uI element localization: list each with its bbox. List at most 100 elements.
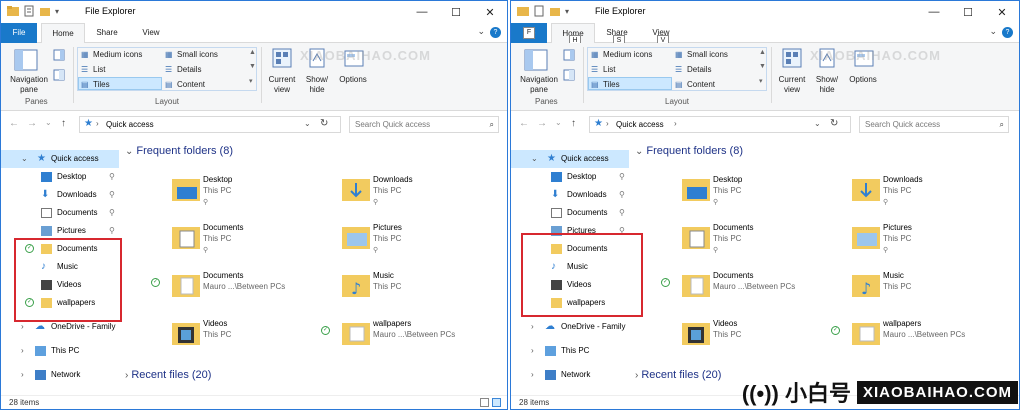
customize-toolbar-chevron-icon[interactable]: ▾: [565, 7, 569, 16]
current-view-icon[interactable]: [271, 47, 293, 69]
show-hide-icon[interactable]: [817, 47, 837, 69]
navigation-pane-icon[interactable]: [523, 47, 549, 73]
tab-share[interactable]: Share: [89, 23, 125, 43]
refresh-icon[interactable]: ↻: [320, 118, 328, 129]
details-pane-icon[interactable]: [563, 69, 575, 81]
ribbon-collapse-chevron-icon[interactable]: ⌄: [989, 26, 997, 37]
tile-music[interactable]: ♪ Music This PC: [291, 269, 456, 315]
nav-item-desktop[interactable]: Desktop ⚲: [511, 168, 629, 186]
tab-home[interactable]: Home: [41, 23, 85, 43]
tile-documents-between-pcs[interactable]: ✓ Documents Mauro ...\Between PCs: [121, 269, 286, 315]
nav-item-this-pc[interactable]: › This PC: [511, 342, 629, 360]
tile-documents[interactable]: Documents This PC ⚲: [631, 221, 796, 267]
search-input[interactable]: Search Quick access ⌕: [859, 116, 1009, 133]
forward-arrow-icon[interactable]: →: [537, 118, 547, 129]
tile-pictures[interactable]: Pictures This PC ⚲: [801, 221, 966, 267]
layout-small-icons[interactable]: Small icons: [177, 50, 218, 59]
layout-tiles-selected[interactable]: [78, 77, 162, 90]
customize-toolbar-chevron-icon[interactable]: ▾: [55, 7, 59, 16]
tab-file[interactable]: File: [1, 23, 37, 43]
nav-item-documents[interactable]: Documents ⚲: [511, 204, 629, 222]
layout-tiles[interactable]: Tiles: [603, 80, 620, 89]
refresh-icon[interactable]: ↻: [830, 118, 838, 129]
nav-item-documents[interactable]: Documents ⚲: [1, 204, 119, 222]
layout-tiles[interactable]: Tiles: [93, 80, 110, 89]
up-arrow-icon[interactable]: ↑: [61, 118, 66, 129]
tile-pictures[interactable]: Pictures This PC ⚲: [291, 221, 456, 267]
tile-videos[interactable]: Videos This PC: [631, 317, 796, 363]
tile-wallpapers[interactable]: ✓ wallpapers Mauro ...\Between PCs: [291, 317, 456, 363]
address-dropdown-icon[interactable]: ⌄: [304, 119, 311, 128]
tile-downloads[interactable]: Downloads This PC ⚲: [801, 173, 966, 219]
navigation-pane-icon[interactable]: [13, 47, 39, 73]
layout-details[interactable]: Details: [177, 65, 201, 74]
tile-documents[interactable]: Documents This PC ⚲: [121, 221, 286, 267]
recent-files-header[interactable]: › Recent files (20): [125, 369, 211, 381]
help-icon[interactable]: ?: [490, 27, 501, 38]
tile-videos[interactable]: Videos This PC: [121, 317, 286, 363]
tile-music[interactable]: ♪ Music This PC: [801, 269, 966, 315]
show-hide-button[interactable]: Show/ hide: [301, 75, 333, 95]
collapse-chevron-icon[interactable]: ⌄: [531, 150, 538, 168]
layout-list[interactable]: List: [93, 65, 105, 74]
layout-scroll-down-icon[interactable]: ▼: [249, 63, 256, 70]
layout-scroll-down-icon[interactable]: ▼: [759, 63, 766, 70]
expand-chevron-icon[interactable]: ›: [531, 342, 534, 360]
back-arrow-icon[interactable]: ←: [9, 118, 19, 129]
layout-medium-icons[interactable]: Medium icons: [603, 50, 652, 59]
address-path[interactable]: Quick access: [616, 120, 664, 129]
nav-item-downloads[interactable]: ⬇ Downloads ⚲: [511, 186, 629, 204]
layout-content[interactable]: Content: [177, 80, 205, 89]
recent-locations-chevron-icon[interactable]: ⌄: [45, 118, 52, 127]
up-arrow-icon[interactable]: ↑: [571, 118, 576, 129]
show-hide-icon[interactable]: [307, 47, 327, 69]
folder-icon[interactable]: [7, 5, 19, 17]
layout-content[interactable]: Content: [687, 80, 715, 89]
search-input[interactable]: Search Quick access ⌕: [349, 116, 499, 133]
nav-item-desktop[interactable]: Desktop ⚲: [1, 168, 119, 186]
address-separator-icon[interactable]: ›: [96, 119, 99, 128]
new-folder-icon[interactable]: [549, 5, 561, 17]
layout-expand-icon[interactable]: ▾: [759, 77, 763, 85]
address-field[interactable]: ★ › Quick access ⌄ ↻: [79, 116, 341, 133]
address-separator-icon[interactable]: ›: [606, 119, 609, 128]
close-button[interactable]: ✕: [473, 1, 507, 23]
options-button[interactable]: Options: [845, 75, 881, 84]
collapse-chevron-icon[interactable]: ⌄: [21, 150, 28, 168]
details-view-icon[interactable]: [480, 398, 489, 407]
forward-arrow-icon[interactable]: →: [27, 118, 37, 129]
layout-list[interactable]: List: [603, 65, 615, 74]
layout-scroll-up-icon[interactable]: ▲: [249, 49, 256, 56]
options-button[interactable]: Options: [335, 75, 371, 84]
nav-item-quick-access[interactable]: ⌄ ★ Quick access: [1, 150, 119, 168]
tile-documents-between-pcs[interactable]: ✓ Documents Mauro ...\Between PCs: [631, 269, 796, 315]
current-view-button[interactable]: Current view: [773, 75, 811, 95]
layout-details[interactable]: Details: [687, 65, 711, 74]
address-separator-icon[interactable]: ›: [674, 119, 677, 128]
nav-item-this-pc[interactable]: › This PC: [1, 342, 119, 360]
tile-downloads[interactable]: Downloads This PC ⚲: [291, 173, 456, 219]
options-icon[interactable]: [853, 47, 875, 69]
expand-chevron-icon[interactable]: ›: [531, 318, 534, 336]
help-icon[interactable]: ?: [1002, 27, 1013, 38]
expand-chevron-icon[interactable]: ›: [21, 342, 24, 360]
properties-icon[interactable]: [23, 5, 35, 17]
back-arrow-icon[interactable]: ←: [519, 118, 529, 129]
navigation-pane-button[interactable]: Navigation pane: [517, 75, 561, 95]
expand-chevron-icon[interactable]: ›: [531, 366, 534, 384]
layout-small-icons[interactable]: Small icons: [687, 50, 728, 59]
show-hide-button[interactable]: Show/ hide: [811, 75, 843, 95]
tile-wallpapers[interactable]: ✓ wallpapers Mauro ...\Between PCs: [801, 317, 966, 363]
maximize-button[interactable]: ☐: [951, 1, 985, 23]
tile-desktop[interactable]: Desktop This PC ⚲: [121, 173, 286, 219]
options-icon[interactable]: [343, 47, 365, 69]
layout-tiles-selected[interactable]: [588, 77, 672, 90]
nav-item-downloads[interactable]: ⬇ Downloads ⚲: [1, 186, 119, 204]
preview-pane-icon[interactable]: [53, 49, 65, 61]
address-dropdown-icon[interactable]: ⌄: [814, 119, 821, 128]
address-field[interactable]: ★ › Quick access › ⌄ ↻: [589, 116, 851, 133]
minimize-button[interactable]: —: [405, 1, 439, 23]
current-view-button[interactable]: Current view: [263, 75, 301, 95]
nav-item-quick-access[interactable]: ⌄ ★ Quick access: [511, 150, 629, 168]
layout-medium-icons[interactable]: Medium icons: [93, 50, 142, 59]
